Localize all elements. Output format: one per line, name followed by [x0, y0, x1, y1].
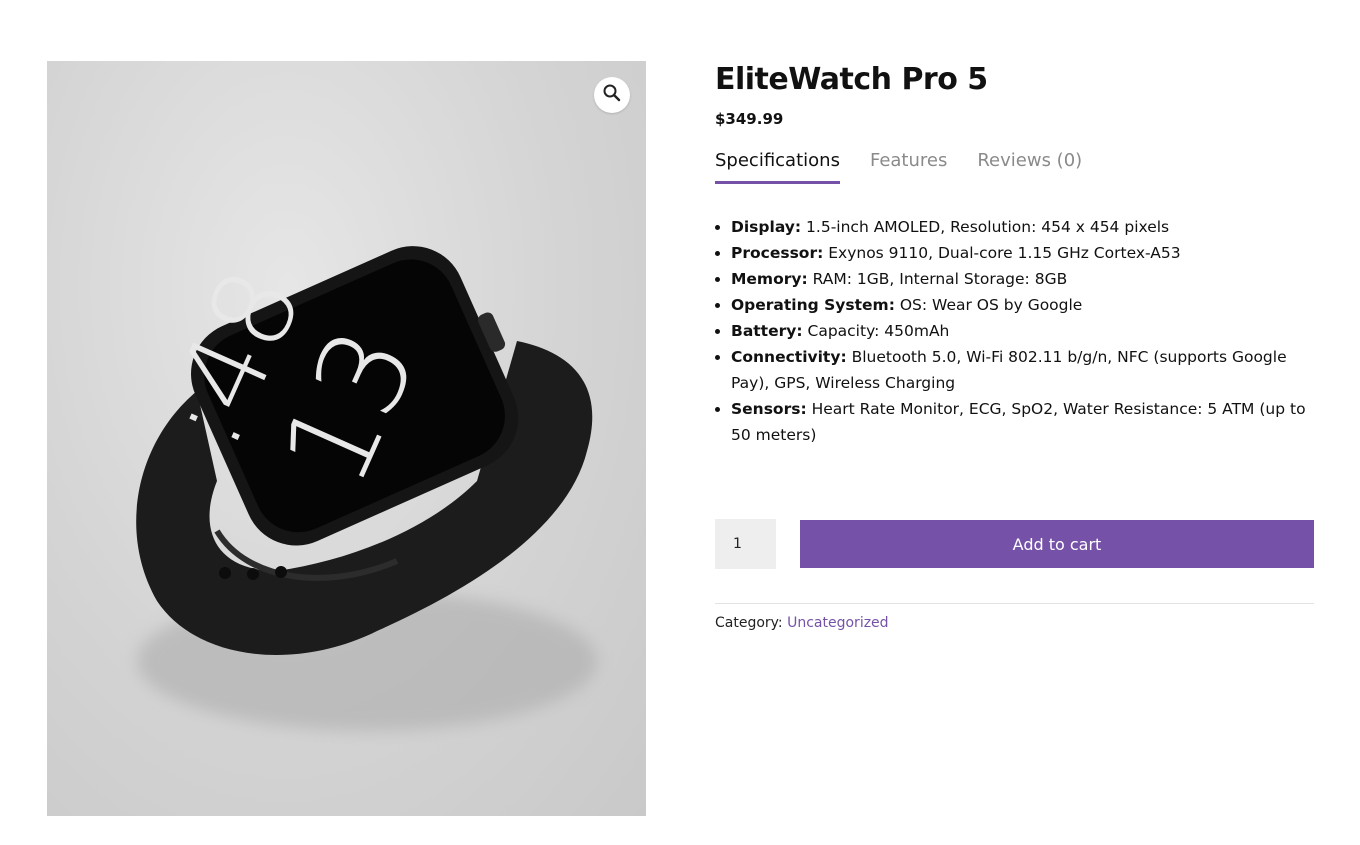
spec-label: Processor: — [731, 244, 824, 262]
product-summary: EliteWatch Pro 5 $349.99 Specifications … — [715, 60, 1314, 631]
spec-list: Display: 1.5-inch AMOLED, Resolution: 45… — [715, 214, 1314, 448]
spec-item: Memory: RAM: 1GB, Internal Storage: 8GB — [731, 266, 1314, 292]
spec-value: Heart Rate Monitor, ECG, SpO2, Water Res… — [731, 400, 1306, 444]
spec-value: OS: Wear OS by Google — [899, 296, 1083, 314]
spec-label: Connectivity: — [731, 348, 847, 366]
spec-value: 1.5-inch AMOLED, Resolution: 454 x 454 p… — [806, 218, 1170, 236]
category-label: Category: — [715, 615, 783, 631]
spec-item: Operating System: OS: Wear OS by Google — [731, 292, 1314, 318]
spec-value: Exynos 9110, Dual-core 1.15 GHz Cortex-A… — [828, 244, 1181, 262]
spec-label: Sensors: — [731, 400, 807, 418]
product-meta: Category: Uncategorized — [715, 615, 889, 631]
spec-label: Display: — [731, 218, 802, 236]
spec-label: Operating System: — [731, 296, 895, 314]
add-to-cart-form: Add to cart — [715, 519, 1314, 569]
spec-item: Connectivity: Bluetooth 5.0, Wi-Fi 802.1… — [731, 344, 1314, 396]
spec-value: Capacity: 450mAh — [807, 322, 950, 340]
tab-specifications[interactable]: Specifications — [715, 150, 840, 184]
add-to-cart-button[interactable]: Add to cart — [800, 520, 1314, 568]
quantity-input[interactable] — [715, 519, 776, 569]
spec-label: Battery: — [731, 322, 803, 340]
tab-reviews[interactable]: Reviews (0) — [977, 150, 1082, 184]
divider — [715, 603, 1314, 604]
product-price: $349.99 — [715, 110, 784, 128]
zoom-button[interactable] — [594, 77, 630, 113]
product-title: EliteWatch Pro 5 — [715, 62, 988, 97]
spec-item: Sensors: Heart Rate Monitor, ECG, SpO2, … — [731, 396, 1314, 448]
spec-value: RAM: 1GB, Internal Storage: 8GB — [812, 270, 1068, 288]
spec-item: Processor: Exynos 9110, Dual-core 1.15 G… — [731, 240, 1314, 266]
product-gallery: 13 :48 — [47, 61, 646, 816]
category-link[interactable]: Uncategorized — [787, 615, 888, 631]
spec-item: Display: 1.5-inch AMOLED, Resolution: 45… — [731, 214, 1314, 240]
magnifier-icon — [603, 84, 621, 106]
spec-item: Battery: Capacity: 450mAh — [731, 318, 1314, 344]
product-tabs: Specifications Features Reviews (0) — [715, 150, 1314, 184]
spec-label: Memory: — [731, 270, 808, 288]
product-image[interactable]: 13 :48 — [47, 61, 646, 816]
tab-features[interactable]: Features — [870, 150, 947, 184]
